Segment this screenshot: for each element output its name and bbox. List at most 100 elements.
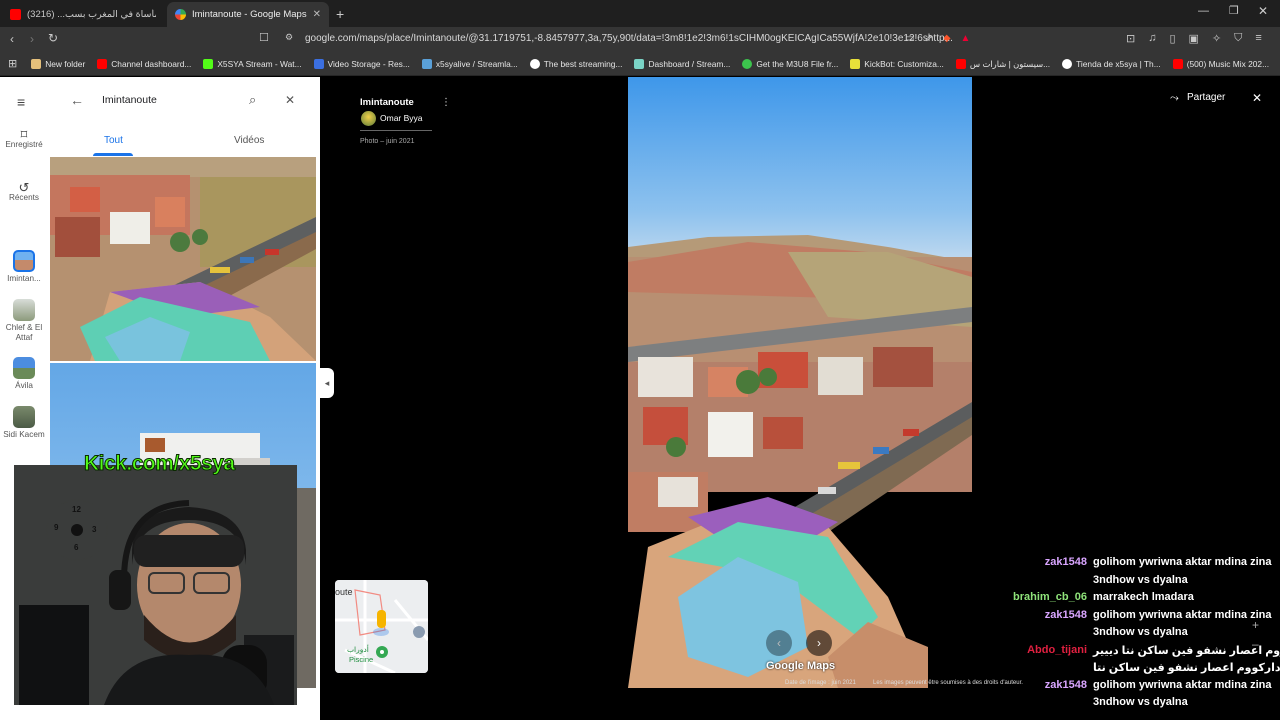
bookmark-item[interactable]: X5SYA Stream - Wat... [203,58,302,69]
m3u8-icon [742,58,753,69]
photo-thumbnail[interactable] [50,157,316,361]
rail-place-avila[interactable]: Ávila [0,357,48,391]
bookmark-item[interactable]: Dashboard / Stream... [634,58,730,69]
bookmark-icon[interactable]: ☐ [259,31,269,44]
tab-underline [93,153,133,156]
rail-place-sidi-kacem[interactable]: Sidi Kacem [0,406,48,440]
url-text[interactable]: google.com/maps/place/Imintanoute/@31.17… [305,33,953,44]
bookmarks-bar: ⊞ New folder Channel dashboard... X5SYA … [0,52,1280,76]
back-icon[interactable]: ‹ [10,32,14,46]
tab-youtube[interactable]: شبكات| مأساة في المغرب بسب... (3216) [2,2,164,27]
google-maps-watermark: Google Maps [766,660,836,672]
youtube-icon [10,9,21,20]
youtube-icon [1172,58,1183,69]
chat-username: zak1548 [1044,678,1087,691]
image-date-footer: Date de l'image : juin 2021 [785,680,856,686]
chat-message-line: داركووم اعصار نشفو فين ساكن نتا [1093,662,1280,674]
folder-icon [31,58,42,69]
close-window-button[interactable]: ✕ [1258,4,1268,18]
rail-place-chlef[interactable]: Chlef & El Attaf [0,299,48,343]
place-thumbnail [13,406,35,428]
bookmark-item[interactable]: سيستون | شارات س... [955,58,1050,69]
apps-grid-icon[interactable]: ⊞ [8,57,17,70]
chat-message-line: golihom ywriwna aktar mdina zina [1093,678,1272,691]
chat-message-line: golihom ywriwna aktar mdina zina [1093,608,1272,621]
bookmark-item[interactable]: New folder [31,58,85,69]
restore-button[interactable]: ❐ [1229,4,1239,17]
close-tab-icon[interactable]: ✕ [313,9,321,20]
minimize-button[interactable]: — [1198,5,1209,17]
screenshot-icon[interactable]: ⊡ [1126,32,1135,45]
brave-rewards-icon[interactable]: ▲ [961,33,971,45]
restream-icon [313,58,324,69]
close-photo-button[interactable]: ✕ [1252,91,1262,105]
youtube-icon [97,58,108,69]
tab-google-maps[interactable]: Imintanoute - Google Maps ✕ [167,2,329,27]
chat-message-line: 3ndhow vs dyalna [1093,573,1188,586]
site-info-icon[interactable]: ⚙ [285,32,293,43]
bookmark-item[interactable]: Get the M3U8 File fr... [742,58,838,69]
extensions-icon[interactable]: ✧ [1212,32,1221,45]
bookmark-item[interactable]: KickBot: Customiza... [850,58,944,69]
previous-photo-button[interactable]: ‹ [766,630,792,656]
clock-9: 9 [54,523,59,532]
kick-icon [203,58,214,69]
rail-place-imintanoute[interactable]: Imintan... [0,250,48,284]
chat-message-line: 3ndhow vs dyalna [1093,626,1188,638]
minimap-poi-label: Piscine [349,655,374,664]
divider [360,130,432,131]
bookmark-item[interactable]: Tienda de x5sya | Th... [1062,58,1161,69]
streamlabs-icon [421,58,432,69]
place-thumbnail [13,299,35,321]
clock-12: 12 [72,505,81,514]
vpn-icon[interactable]: ⛉ [1234,32,1242,45]
tab-tout[interactable]: Tout [104,135,123,146]
bookmark-icon: ⌑ [20,127,28,142]
photo-place-title[interactable]: Imintanoute [360,97,414,108]
collapse-panel-button[interactable]: ◂ [320,368,334,398]
dashboard-icon [634,58,645,69]
more-options-icon[interactable]: ⋮ [441,97,451,108]
share-icon[interactable]: ⤳ [1170,92,1179,105]
photo-date: Photo – juin 2021 [360,138,415,145]
media-icon[interactable]: ♫ [1148,32,1156,45]
sidebar-icon[interactable]: ▯ [1169,32,1175,45]
bookmark-item[interactable]: x5syalive / Streamla... [421,58,518,69]
kick-channel-label: Kick.com/x5sya [84,452,236,476]
bookmark-item[interactable]: Channel dashboard... [97,58,191,69]
youtube-icon [955,58,966,69]
search-icon[interactable]: ⌕ [249,92,256,108]
reload-icon[interactable]: ↻ [48,31,58,45]
tab-videos[interactable]: Vidéos [234,135,264,146]
chat-username: brahim_cb_06 [1013,591,1087,603]
webcam-overlay [14,465,297,705]
bookmark-item[interactable]: Video Storage - Res... [313,58,410,69]
rail-saved[interactable]: ⌑ Enregistré [0,127,48,150]
back-arrow-icon[interactable]: ← [70,92,84,108]
menu-icon[interactable]: ≡ [17,94,25,110]
chat-username: zak1548 [1044,608,1087,621]
tab-title: شبكات| مأساة في المغرب بسب... (3216) [27,9,156,20]
bookmark-item[interactable]: The best streaming... [529,58,622,69]
chat-message-line: دييير داركووم اعصار نشفو فين ساكن نتا دي… [1093,644,1280,657]
avatar [361,111,376,126]
search-input[interactable]: Imintanoute [102,94,157,106]
diamond-icon [529,58,540,69]
close-search-icon[interactable]: ✕ [285,93,295,107]
share-button[interactable]: Partager [1187,92,1225,103]
photo-author[interactable]: Omar Byya [380,113,423,123]
chat-message-line: marrakech lmadara [1093,591,1194,603]
new-tab-button[interactable]: + [336,6,344,22]
clock-3: 3 [92,525,97,534]
clock-6: 6 [74,543,79,552]
next-photo-button[interactable]: › [806,630,832,656]
main-photo[interactable] [628,77,972,688]
wallet-icon[interactable]: ▣ [1189,32,1199,45]
menu-icon[interactable]: ≡ [1255,32,1261,45]
minimap-poi-label-ar: أدوراب [347,645,369,654]
history-icon: ↺ [18,180,30,195]
forward-icon[interactable]: › [30,32,34,46]
kickbot-icon [850,58,861,69]
rail-recent[interactable]: ↺ Récents [0,180,48,203]
bookmark-item[interactable]: (500) Music Mix 202... [1172,58,1269,69]
